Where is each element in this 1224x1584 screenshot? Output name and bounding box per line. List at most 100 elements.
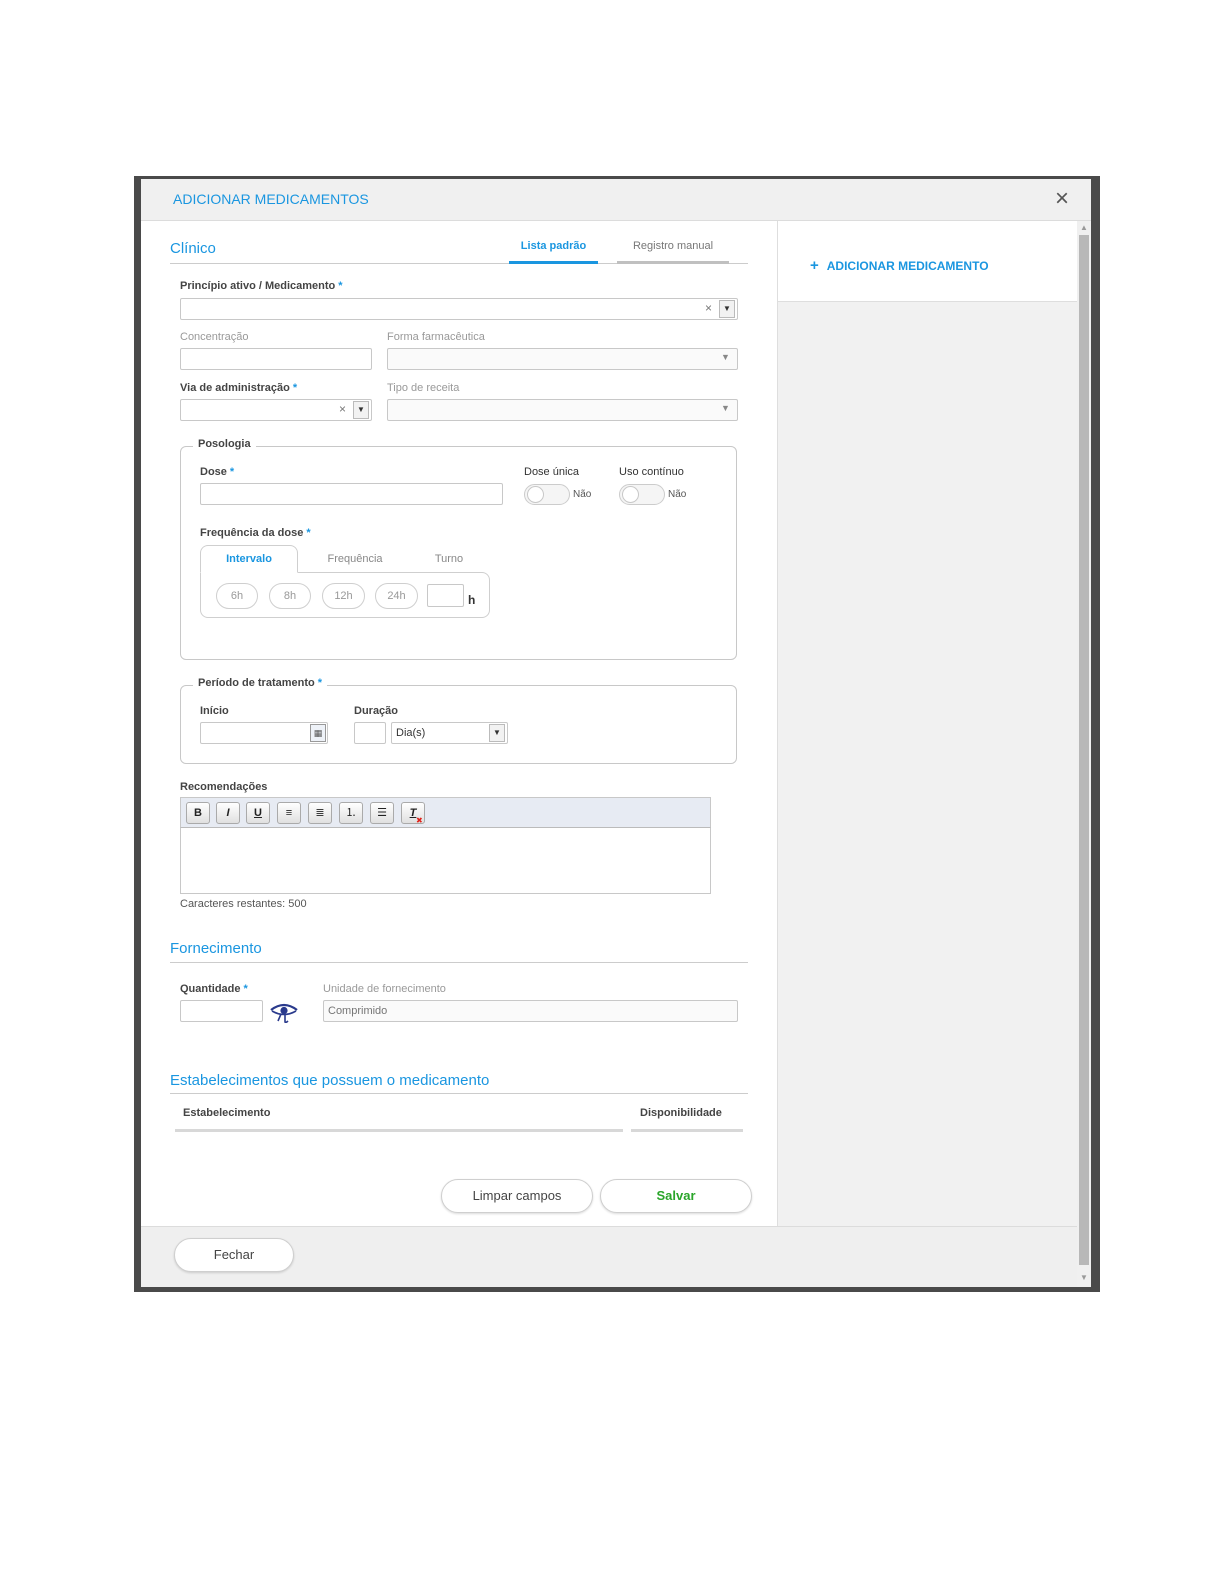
unidade-field[interactable] bbox=[323, 1000, 738, 1022]
concentracao-input[interactable] bbox=[181, 349, 371, 369]
required-marker: * bbox=[317, 677, 323, 689]
tab-lista-padrao-label: Lista padrão bbox=[520, 240, 587, 252]
required-marker: * bbox=[229, 466, 235, 478]
calendar-icon[interactable]: ▦ bbox=[310, 724, 326, 742]
required-marker: * bbox=[292, 382, 298, 394]
close-icon[interactable]: × bbox=[1055, 185, 1069, 213]
dialog-footer: Fechar bbox=[141, 1226, 1077, 1287]
chevron-down-icon[interactable]: ▼ bbox=[721, 403, 730, 413]
column-header-disponibilidade: Disponibilidade bbox=[640, 1107, 722, 1119]
remaining-characters: Caracteres restantes: 500 bbox=[180, 898, 307, 910]
duracao-unit-select[interactable]: Dia(s) ▼ bbox=[391, 722, 508, 744]
concentracao-label: Concentração bbox=[180, 331, 249, 343]
tab-frequencia-label: Frequência bbox=[327, 553, 383, 565]
add-medication-dialog: ADICIONAR MEDICAMENTOS × Clínico Lista p… bbox=[141, 179, 1091, 1287]
scrollbar-thumb[interactable] bbox=[1079, 235, 1089, 1265]
scroll-down-icon[interactable]: ▼ bbox=[1080, 1273, 1088, 1282]
dose-unica-label: Dose única bbox=[524, 466, 580, 478]
dose-unica-state: Não bbox=[573, 489, 592, 500]
custom-interval-input[interactable] bbox=[428, 585, 463, 606]
duracao-label: Duração bbox=[354, 705, 399, 717]
underline-icon[interactable]: U bbox=[246, 802, 270, 824]
chevron-down-icon[interactable]: ▼ bbox=[489, 724, 505, 742]
duracao-field[interactable] bbox=[354, 722, 386, 744]
numbered-list-icon[interactable]: ⒈ bbox=[339, 802, 363, 824]
clear-fields-button[interactable]: Limpar campos bbox=[441, 1179, 593, 1213]
tipo-receita-label: Tipo de receita bbox=[387, 382, 460, 394]
clear-icon[interactable]: × bbox=[339, 402, 346, 416]
quantidade-field[interactable] bbox=[180, 1000, 263, 1022]
principio-label: Princípio ativo / Medicamento * bbox=[180, 280, 343, 292]
interval-8h-button[interactable]: 8h bbox=[269, 583, 311, 609]
chevron-down-icon[interactable]: ▼ bbox=[353, 401, 369, 419]
divider bbox=[170, 962, 748, 963]
dialog-title: ADICIONAR MEDICAMENTOS bbox=[173, 191, 369, 207]
uso-continuo-toggle[interactable]: Não bbox=[619, 484, 686, 505]
duracao-input[interactable] bbox=[355, 723, 385, 743]
toggle-knob bbox=[527, 486, 544, 503]
tab-turno[interactable]: Turno bbox=[419, 545, 479, 573]
tab-frequencia[interactable]: Frequência bbox=[311, 545, 399, 573]
chevron-down-icon[interactable]: ▼ bbox=[721, 352, 730, 362]
unidade-label: Unidade de fornecimento bbox=[323, 983, 446, 995]
save-button[interactable]: Salvar bbox=[600, 1179, 752, 1213]
clear-format-icon[interactable]: T ✖ bbox=[401, 802, 425, 825]
italic-icon[interactable]: I bbox=[216, 802, 240, 824]
clear-icon[interactable]: × bbox=[705, 301, 712, 315]
required-marker: * bbox=[338, 280, 343, 292]
close-button[interactable]: Fechar bbox=[174, 1238, 294, 1272]
principio-input[interactable] bbox=[181, 299, 737, 319]
section-estabelecimentos-title: Estabelecimentos que possuem o medicamen… bbox=[170, 1072, 490, 1089]
tab-indicator bbox=[617, 261, 729, 264]
concentracao-field[interactable] bbox=[180, 348, 372, 370]
dose-label: Dose * bbox=[200, 466, 234, 478]
principio-select[interactable]: × ▼ bbox=[180, 298, 738, 320]
forma-label: Forma farmacêutica bbox=[387, 331, 485, 343]
quantidade-input[interactable] bbox=[181, 1001, 262, 1021]
bullet-list-icon[interactable]: ☰ bbox=[370, 802, 394, 824]
medication-list-panel: + ADICIONAR MEDICAMENTO bbox=[777, 221, 1078, 1226]
via-label-text: Via de administração bbox=[180, 382, 290, 394]
column-divider bbox=[175, 1129, 623, 1132]
required-marker: * bbox=[243, 983, 248, 995]
frequencia-label-text: Frequência da dose bbox=[200, 527, 304, 539]
section-fornecimento-title: Fornecimento bbox=[170, 940, 262, 957]
scrollbar[interactable]: ▲ ▼ bbox=[1077, 221, 1091, 1287]
dose-unica-toggle[interactable]: Não bbox=[524, 484, 591, 505]
forma-select[interactable]: ▼ bbox=[387, 348, 738, 370]
editor-toolbar: B I U ≡ ≣ ⒈ ☰ T ✖ bbox=[180, 797, 711, 828]
tab-intervalo[interactable]: Intervalo bbox=[200, 545, 298, 573]
dose-field[interactable] bbox=[200, 483, 503, 505]
scroll-up-icon[interactable]: ▲ bbox=[1080, 223, 1088, 232]
eye-icon[interactable] bbox=[269, 1001, 299, 1024]
unidade-input[interactable] bbox=[324, 1001, 737, 1021]
toggle-knob bbox=[622, 486, 639, 503]
uso-continuo-state: Não bbox=[668, 489, 687, 500]
inicio-label: Início bbox=[200, 705, 229, 717]
via-select[interactable]: × ▼ bbox=[180, 399, 372, 421]
dialog-titlebar: ADICIONAR MEDICAMENTOS × bbox=[141, 179, 1091, 221]
recomendacoes-editor[interactable] bbox=[180, 828, 711, 894]
interval-6h-button[interactable]: 6h bbox=[216, 583, 258, 609]
add-medication-label: ADICIONAR MEDICAMENTO bbox=[826, 259, 989, 273]
required-marker: * bbox=[306, 527, 311, 539]
dose-input[interactable] bbox=[201, 484, 502, 504]
bold-icon[interactable]: B bbox=[186, 802, 210, 824]
column-header-estabelecimento: Estabelecimento bbox=[183, 1107, 271, 1119]
frequencia-label: Frequência da dose * bbox=[200, 527, 311, 539]
interval-24h-button[interactable]: 24h bbox=[375, 583, 418, 609]
add-medication-button[interactable]: + ADICIONAR MEDICAMENTO bbox=[810, 257, 989, 274]
plus-icon: + bbox=[810, 257, 819, 274]
uso-continuo-label: Uso contínuo bbox=[619, 466, 684, 478]
periodo-legend: Período de tratamento * bbox=[193, 677, 328, 689]
tipo-receita-select[interactable]: ▼ bbox=[387, 399, 738, 421]
inicio-input[interactable] bbox=[201, 723, 309, 743]
interval-12h-button[interactable]: 12h bbox=[322, 583, 365, 609]
divider bbox=[170, 1093, 748, 1094]
inicio-date-field[interactable]: ▦ bbox=[200, 722, 328, 744]
align-center-icon[interactable]: ≣ bbox=[308, 802, 332, 824]
chevron-down-icon[interactable]: ▼ bbox=[719, 300, 735, 318]
align-left-icon[interactable]: ≡ bbox=[277, 802, 301, 824]
custom-interval-field[interactable] bbox=[427, 584, 464, 607]
tab-registro-manual-label: Registro manual bbox=[632, 240, 714, 252]
